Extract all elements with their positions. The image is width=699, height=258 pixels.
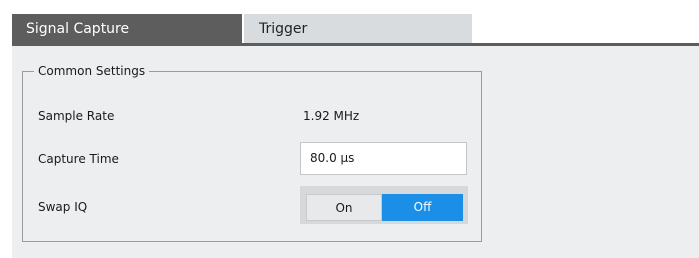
swap-iq-off-button[interactable]: Off — [382, 194, 463, 221]
swap-iq-toggle: On Off — [300, 186, 468, 224]
tab-signal-capture[interactable]: Signal Capture — [12, 14, 242, 43]
capture-time-field[interactable]: 80.0 µs — [300, 142, 467, 175]
tab-trigger[interactable]: Trigger — [244, 14, 472, 43]
swap-iq-label: Swap IQ — [38, 200, 88, 214]
swap-iq-on-button[interactable]: On — [306, 194, 382, 221]
tab-bar: Signal Capture Trigger — [0, 0, 699, 46]
sample-rate-value: 1.92 MHz — [303, 109, 360, 123]
sample-rate-label: Sample Rate — [38, 109, 115, 123]
group-title: Common Settings — [34, 64, 150, 78]
capture-time-label: Capture Time — [38, 152, 119, 166]
